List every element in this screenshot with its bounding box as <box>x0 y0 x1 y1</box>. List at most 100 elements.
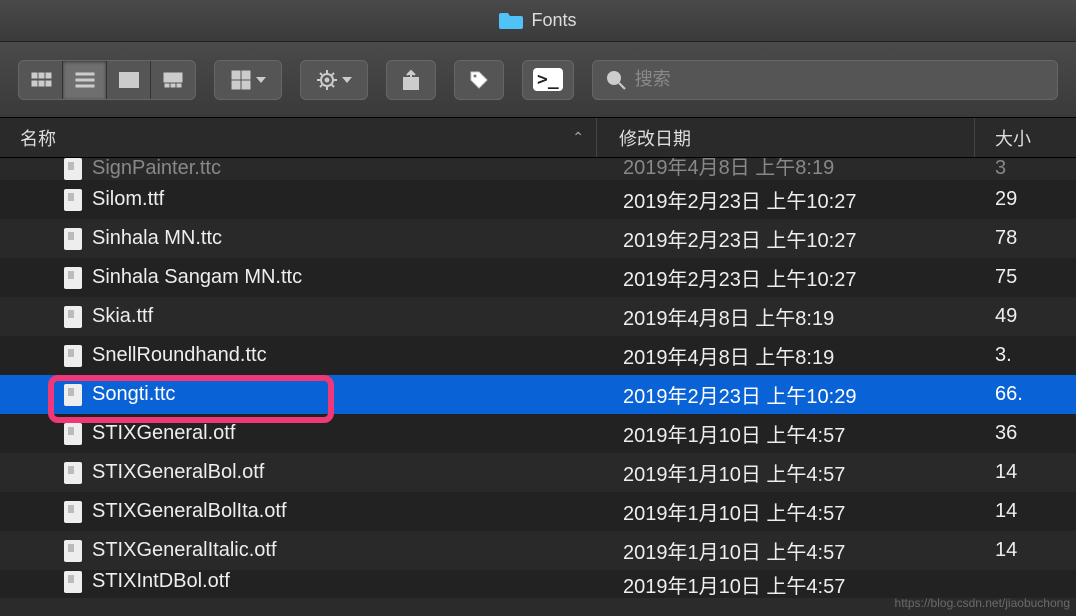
sort-ascending-icon: ⌃ <box>572 129 584 146</box>
watermark: https://blog.csdn.net/jiaobuchong <box>895 596 1070 610</box>
file-row[interactable]: STIXGeneralBolIta.otf 2019年1月10日 上午4:5714 <box>0 492 1076 531</box>
file-row[interactable]: Skia.ttf 2019年4月8日 上午8:1949 <box>0 297 1076 336</box>
file-name: SignPainter.ttc <box>92 158 221 180</box>
file-name: Sinhala Sangam MN.ttc <box>92 266 302 289</box>
action-menu-button[interactable] <box>300 60 368 100</box>
column-size-header[interactable]: 大小 <box>975 118 1076 157</box>
view-list-button[interactable] <box>63 61 107 99</box>
file-name: STIXGeneral.otf <box>92 422 235 445</box>
file-size: 14 <box>975 500 1076 523</box>
folder-icon <box>499 11 523 31</box>
search-input[interactable] <box>635 69 1045 90</box>
file-name: STIXIntDBol.otf <box>92 570 230 593</box>
file-date: 2019年2月23日 上午10:29 <box>597 380 975 409</box>
file-date: 2019年2月23日 上午10:27 <box>597 224 975 253</box>
file-size: 75 <box>975 266 1076 289</box>
file-date: 2019年1月10日 上午4:57 <box>597 536 975 565</box>
file-size: 49 <box>975 305 1076 328</box>
share-button[interactable] <box>386 60 436 100</box>
columns-view-icon <box>118 69 140 91</box>
gallery-view-icon <box>162 69 184 91</box>
toolbar: >_ <box>0 42 1076 118</box>
view-columns-button[interactable] <box>107 61 151 99</box>
tags-button[interactable] <box>454 60 504 100</box>
file-name-cell: STIXIntDBol.otf <box>0 570 597 593</box>
view-gallery-button[interactable] <box>151 61 195 99</box>
view-mode-group <box>18 60 196 100</box>
file-row[interactable]: Sinhala Sangam MN.ttc 2019年2月23日 上午10:277… <box>0 258 1076 297</box>
file-size: 78 <box>975 227 1076 250</box>
gear-icon <box>316 69 338 91</box>
font-file-icon <box>64 423 82 445</box>
group-by-button[interactable] <box>214 60 282 100</box>
column-name-header[interactable]: 名称 ⌃ <box>0 118 597 157</box>
file-date: 2019年2月23日 上午10:27 <box>597 263 975 292</box>
file-row[interactable]: SnellRoundhand.ttc 2019年4月8日 上午8:193. <box>0 336 1076 375</box>
column-header: 名称 ⌃ 修改日期 大小 <box>0 118 1076 158</box>
column-size-label: 大小 <box>995 125 1031 151</box>
terminal-button[interactable]: >_ <box>522 60 574 100</box>
list-view-icon <box>74 69 96 91</box>
file-size: 14 <box>975 539 1076 562</box>
file-size: 3 <box>975 158 1076 180</box>
file-size: 29 <box>975 188 1076 211</box>
file-row[interactable]: STIXGeneral.otf 2019年1月10日 上午4:5736 <box>0 414 1076 453</box>
grid-icon <box>230 69 252 91</box>
file-name-cell: Songti.ttc <box>0 383 597 406</box>
file-row[interactable]: Silom.ttf 2019年2月23日 上午10:2729 <box>0 180 1076 219</box>
chevron-down-icon <box>342 77 352 83</box>
file-name-cell: STIXGeneralBolIta.otf <box>0 500 597 523</box>
file-name: STIXGeneralBolIta.otf <box>92 500 287 523</box>
file-name-cell: Silom.ttf <box>0 188 597 211</box>
file-name: Silom.ttf <box>92 188 164 211</box>
file-row[interactable]: Sinhala MN.ttc 2019年2月23日 上午10:2778 <box>0 219 1076 258</box>
file-row[interactable]: STIXGeneralBol.otf 2019年1月10日 上午4:5714 <box>0 453 1076 492</box>
file-date: 2019年4月8日 上午8:19 <box>597 302 975 331</box>
column-name-label: 名称 <box>20 125 56 151</box>
font-file-icon <box>64 189 82 211</box>
file-row[interactable]: Songti.ttc 2019年2月23日 上午10:2966. <box>0 375 1076 414</box>
file-date: 2019年1月10日 上午4:57 <box>597 419 975 448</box>
font-file-icon <box>64 384 82 406</box>
search-icon <box>605 69 627 91</box>
file-name: STIXGeneralBol.otf <box>92 461 264 484</box>
file-name: SnellRoundhand.ttc <box>92 344 267 367</box>
file-name-cell: SignPainter.ttc <box>0 158 597 180</box>
file-date: 2019年4月8日 上午8:19 <box>597 341 975 370</box>
window-title: Fonts <box>531 10 576 31</box>
file-row[interactable]: STIXIntDBol.otf2019年1月10日 上午4:57 <box>0 570 1076 598</box>
font-file-icon <box>64 571 82 593</box>
file-name: Songti.ttc <box>92 383 175 406</box>
file-name-cell: STIXGeneral.otf <box>0 422 597 445</box>
icons-view-icon <box>30 69 52 91</box>
font-file-icon <box>64 462 82 484</box>
titlebar: Fonts <box>0 0 1076 42</box>
file-name: Skia.ttf <box>92 305 153 328</box>
file-row[interactable]: SignPainter.ttc 2019年4月8日 上午8:193 <box>0 158 1076 180</box>
file-date: 2019年1月10日 上午4:57 <box>597 458 975 487</box>
file-list[interactable]: SignPainter.ttc2019年4月8日 上午8:193Silom.tt… <box>0 158 1076 598</box>
font-file-icon <box>64 306 82 328</box>
file-name: Sinhala MN.ttc <box>92 227 222 250</box>
file-date: 2019年2月23日 上午10:27 <box>597 185 975 214</box>
font-file-icon <box>64 540 82 562</box>
column-date-label: 修改日期 <box>619 125 691 151</box>
font-file-icon <box>64 345 82 367</box>
file-name-cell: STIXGeneralItalic.otf <box>0 539 597 562</box>
view-icons-button[interactable] <box>19 61 63 99</box>
file-size: 14 <box>975 461 1076 484</box>
file-size: 3. <box>975 344 1076 367</box>
search-field[interactable] <box>592 60 1058 100</box>
column-date-header[interactable]: 修改日期 <box>597 118 975 157</box>
file-row[interactable]: STIXGeneralItalic.otf2019年1月10日 上午4:5714 <box>0 531 1076 570</box>
font-file-icon <box>64 158 82 180</box>
file-name-cell: SnellRoundhand.ttc <box>0 344 597 367</box>
file-name-cell: STIXGeneralBol.otf <box>0 461 597 484</box>
file-size: 36 <box>975 422 1076 445</box>
file-name-cell: Sinhala MN.ttc <box>0 227 597 250</box>
terminal-icon: >_ <box>533 68 563 91</box>
file-size: 66. <box>975 383 1076 406</box>
font-file-icon <box>64 267 82 289</box>
file-date: 2019年1月10日 上午4:57 <box>597 497 975 526</box>
file-date: 2019年4月8日 上午8:19 <box>597 158 975 180</box>
